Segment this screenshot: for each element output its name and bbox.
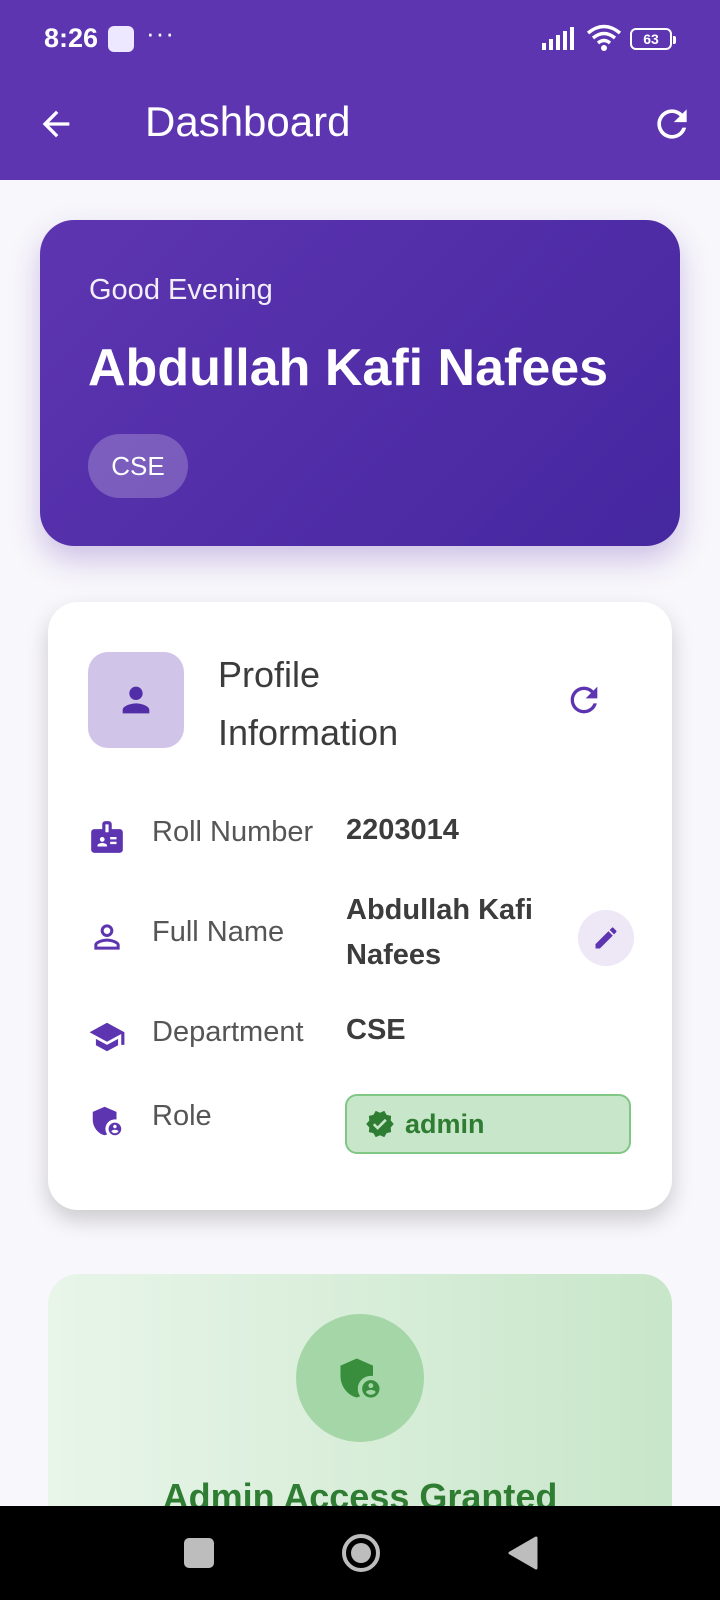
- home-icon[interactable]: [340, 1532, 382, 1574]
- admin-shield-icon: [340, 1358, 380, 1398]
- edit-name-button[interactable]: [578, 910, 634, 966]
- status-bar: 8:26 ··· 63: [0, 0, 720, 80]
- notification-icon: [108, 26, 134, 52]
- app-header: 8:26 ··· 63 Dashboard: [0, 0, 720, 180]
- department-value: CSE: [346, 1014, 406, 1046]
- refresh-icon[interactable]: [650, 102, 694, 146]
- refresh-icon[interactable]: [564, 680, 604, 720]
- role-value: admin: [405, 1108, 485, 1139]
- arrow-back-icon[interactable]: [36, 104, 76, 144]
- signal-icon: [542, 27, 574, 50]
- admin-shield-icon: [92, 1106, 122, 1136]
- battery-icon: 63: [630, 28, 676, 50]
- badge-icon: [91, 821, 123, 853]
- edit-icon: [595, 927, 617, 949]
- profile-title: Profile Information: [218, 654, 399, 753]
- greeting-text: Good Evening: [89, 274, 273, 306]
- page-title: Dashboard: [145, 98, 351, 145]
- more-notifications-icon: ···: [146, 18, 175, 48]
- back-icon[interactable]: [506, 1536, 538, 1570]
- department-label: Department: [152, 1016, 304, 1048]
- wifi-icon: [586, 24, 622, 51]
- role-label: Role: [152, 1100, 212, 1132]
- full-name-label: Full Name: [152, 916, 285, 948]
- admin-icon-circle: [296, 1314, 424, 1442]
- roll-number-label: Roll Number: [152, 816, 314, 848]
- full-name-value: Abdullah Kafi Nafees: [346, 894, 533, 971]
- system-nav-bar: [0, 1506, 720, 1600]
- role-badge: admin: [345, 1094, 631, 1154]
- school-icon: [89, 1022, 125, 1052]
- roll-number-value: 2203014: [346, 814, 459, 846]
- person-outline-icon: [94, 924, 120, 950]
- greeting-card: Good Evening Abdullah Kafi Nafees CSE: [40, 220, 680, 546]
- user-name: Abdullah Kafi Nafees: [88, 339, 609, 397]
- status-time: 8:26: [44, 23, 99, 53]
- verified-icon: [366, 1110, 394, 1138]
- person-icon: [122, 686, 150, 714]
- profile-card: Profile Information Roll Number 2203014 …: [48, 602, 672, 1210]
- department-chip: CSE: [88, 434, 188, 498]
- recents-icon[interactable]: [184, 1538, 214, 1568]
- profile-avatar: [88, 652, 184, 748]
